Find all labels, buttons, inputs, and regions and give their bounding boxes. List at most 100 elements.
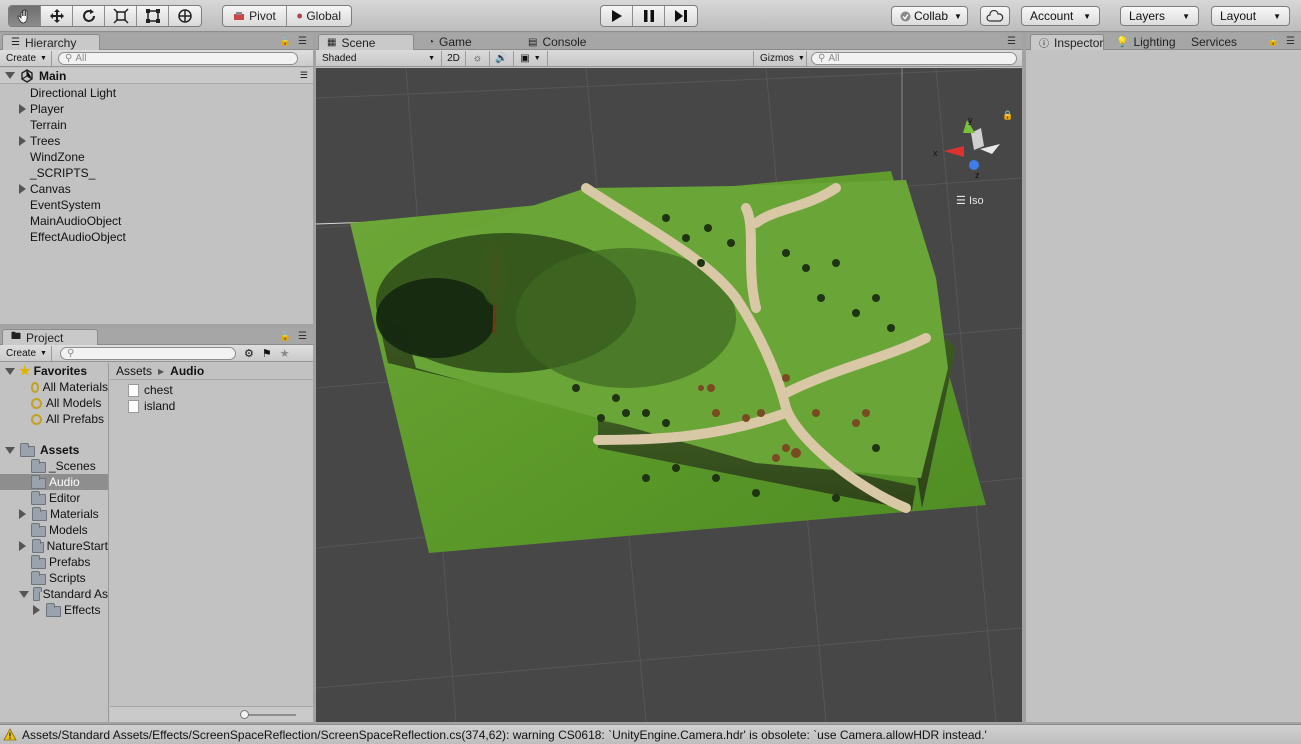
collab-dropdown[interactable]: Collab ▼ bbox=[891, 6, 968, 26]
lock-icon[interactable]: 🔒 bbox=[280, 331, 291, 342]
expand-arrow-icon[interactable] bbox=[19, 136, 26, 146]
move-tool-button[interactable] bbox=[41, 6, 73, 26]
breadcrumb-current[interactable]: Audio bbox=[170, 364, 204, 378]
hierarchy-item[interactable]: Canvas bbox=[0, 181, 313, 197]
favorite-item[interactable]: All Prefabs bbox=[0, 411, 108, 427]
scene-viewport[interactable]: y x z 🔒 ☰ Iso bbox=[316, 68, 1022, 722]
hierarchy-create-dropdown[interactable]: Create ▼ bbox=[0, 50, 52, 66]
expand-arrow-icon[interactable] bbox=[19, 184, 26, 194]
tab-game[interactable]: ◔ Game bbox=[420, 34, 480, 50]
lock-icon[interactable]: 🔒 bbox=[1268, 36, 1279, 47]
rect-tool-button[interactable] bbox=[137, 6, 169, 26]
tab-services-label: Services bbox=[1191, 35, 1238, 49]
expand-arrow-icon[interactable] bbox=[5, 72, 15, 79]
hierarchy-item-label: Terrain bbox=[30, 118, 67, 132]
expand-arrow-icon[interactable] bbox=[33, 605, 40, 615]
asset-folder-item[interactable]: Effects bbox=[0, 602, 108, 618]
shading-mode-dropdown[interactable]: Shaded ▼ bbox=[316, 50, 442, 66]
panel-menu-icon[interactable]: ☰ bbox=[1007, 36, 1018, 47]
asset-folder-item[interactable]: Audio bbox=[0, 474, 108, 490]
tab-project[interactable]: 🖿 Project bbox=[2, 329, 98, 345]
transform-tool-button[interactable] bbox=[169, 6, 201, 26]
hierarchy-item[interactable]: Directional Light bbox=[0, 85, 313, 101]
gizmo-lock-icon[interactable]: 🔒 bbox=[1002, 110, 1013, 120]
assets-row[interactable]: Assets bbox=[0, 442, 108, 458]
project-search-input[interactable]: ⚲ bbox=[60, 346, 236, 360]
tall-tree-canopy bbox=[480, 241, 508, 305]
scene-search-input[interactable]: ⚲ All bbox=[811, 51, 1017, 65]
gizmos-dropdown[interactable]: Gizmos ▼ bbox=[753, 50, 807, 66]
saved-search-icon bbox=[31, 413, 42, 425]
tab-hierarchy[interactable]: ☰ Hierarchy bbox=[2, 34, 100, 50]
tab-scene[interactable]: ▦ Scene bbox=[318, 34, 414, 50]
effects-dropdown[interactable]: ▣ ▼ bbox=[514, 50, 548, 66]
scene-menu-icon[interactable]: ☰ bbox=[300, 70, 308, 81]
step-button[interactable] bbox=[665, 6, 697, 26]
asset-folder-item[interactable]: _Scenes bbox=[0, 458, 108, 474]
panel-menu-icon[interactable]: ☰ bbox=[1286, 36, 1297, 47]
layout-dropdown[interactable]: Layout ▼ bbox=[1211, 6, 1290, 26]
panel-menu-icon[interactable]: ☰ bbox=[298, 36, 309, 47]
hand-tool-button[interactable] bbox=[9, 6, 41, 26]
pivot-global-group: Pivot Global bbox=[222, 5, 352, 27]
hierarchy-item[interactable]: EventSystem bbox=[0, 197, 313, 213]
2d-toggle-button[interactable]: 2D bbox=[442, 50, 466, 66]
asset-folder-item[interactable]: Materials bbox=[0, 506, 108, 522]
scene-row[interactable]: Main ☰ bbox=[0, 68, 313, 84]
breadcrumb-root[interactable]: Assets bbox=[116, 364, 152, 378]
hierarchy-item[interactable]: WindZone bbox=[0, 149, 313, 165]
audio-toggle-button[interactable]: 🔊 bbox=[490, 50, 514, 66]
tab-console[interactable]: ▤ Console bbox=[520, 34, 594, 50]
panel-menu-icon[interactable]: ☰ bbox=[298, 331, 309, 342]
asset-folder-item[interactable]: Models bbox=[0, 522, 108, 538]
status-bar[interactable]: Assets/Standard Assets/Effects/ScreenSpa… bbox=[0, 724, 1301, 744]
hierarchy-item[interactable]: _SCRIPTS_ bbox=[0, 165, 313, 181]
asset-file-item[interactable]: island bbox=[110, 398, 313, 414]
project-create-dropdown[interactable]: Create ▼ bbox=[0, 345, 52, 361]
hierarchy-item[interactable]: MainAudioObject bbox=[0, 213, 313, 229]
asset-folder-item[interactable]: Scripts bbox=[0, 570, 108, 586]
tab-inspector[interactable]: ⓘ Inspector bbox=[1030, 34, 1104, 50]
hierarchy-item[interactable]: Player bbox=[0, 101, 313, 117]
play-button[interactable] bbox=[601, 6, 633, 26]
pause-button[interactable] bbox=[633, 6, 665, 26]
expand-arrow-icon[interactable] bbox=[19, 509, 26, 519]
favorites-row[interactable]: ★ Favorites bbox=[0, 363, 108, 379]
zoom-slider-thumb[interactable] bbox=[240, 710, 249, 719]
expand-arrow-icon[interactable] bbox=[19, 104, 26, 114]
hierarchy-item[interactable]: Trees bbox=[0, 133, 313, 149]
global-button[interactable]: Global bbox=[287, 6, 351, 26]
favorite-item[interactable]: All Materials bbox=[0, 379, 108, 395]
projection-label[interactable]: Iso bbox=[969, 195, 984, 207]
asset-file-item[interactable]: chest bbox=[110, 382, 313, 398]
rotate-tool-button[interactable] bbox=[73, 6, 105, 26]
account-dropdown[interactable]: Account ▼ bbox=[1021, 6, 1100, 26]
expand-arrow-icon[interactable] bbox=[5, 367, 15, 375]
layers-dropdown[interactable]: Layers ▼ bbox=[1120, 6, 1199, 26]
gizmo-z-arrow[interactable] bbox=[969, 160, 979, 170]
scale-tool-button[interactable] bbox=[105, 6, 137, 26]
star-icon[interactable]: ★ bbox=[280, 347, 290, 360]
gizmo-x-arrow[interactable] bbox=[944, 146, 964, 157]
hierarchy-item[interactable]: EffectAudioObject bbox=[0, 229, 313, 245]
asset-folder-item[interactable]: Editor bbox=[0, 490, 108, 506]
asset-folder-item[interactable]: Prefabs bbox=[0, 554, 108, 570]
projection-menu-icon[interactable]: ☰ bbox=[956, 195, 966, 207]
tab-lighting[interactable]: 💡 Lighting bbox=[1108, 34, 1184, 50]
filter-by-type-icon[interactable]: ⚙ bbox=[244, 347, 254, 360]
expand-arrow-icon[interactable] bbox=[19, 541, 26, 551]
filter-by-label-icon[interactable]: ⚑ bbox=[262, 347, 272, 360]
lock-icon[interactable]: 🔒 bbox=[280, 36, 291, 47]
pivot-button[interactable]: Pivot bbox=[223, 6, 287, 26]
asset-folder-item[interactable]: NatureStart bbox=[0, 538, 108, 554]
favorite-item[interactable]: All Models bbox=[0, 395, 108, 411]
hierarchy-search-input[interactable]: ⚲ All bbox=[58, 51, 298, 65]
expand-arrow-icon[interactable] bbox=[19, 590, 29, 598]
lighting-toggle-button[interactable]: ☼ bbox=[466, 50, 490, 66]
tab-services[interactable]: Services bbox=[1183, 34, 1245, 50]
scene-render[interactable]: y x z 🔒 ☰ Iso bbox=[316, 68, 1022, 722]
asset-folder-item[interactable]: Standard As bbox=[0, 586, 108, 602]
hierarchy-item[interactable]: Terrain bbox=[0, 117, 313, 133]
expand-arrow-icon[interactable] bbox=[5, 446, 15, 454]
cloud-button[interactable] bbox=[980, 6, 1010, 26]
